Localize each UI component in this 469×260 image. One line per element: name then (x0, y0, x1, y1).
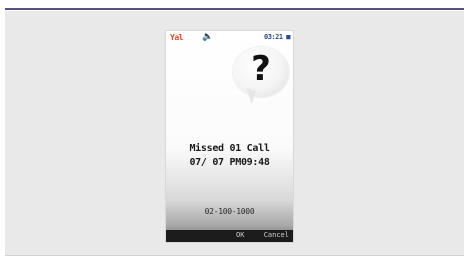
frame-top-rule (5, 8, 464, 10)
phone-screen: Yal 🔈 03:21 ■ ? Missed 01 Call 07/ 07 PM… (165, 30, 294, 243)
caller-number: 02-100-1000 (204, 207, 255, 216)
question-mark-glyph: ? (251, 49, 271, 89)
speaker-icon: 🔈 (202, 32, 214, 42)
screenshot-panel: Yal 🔈 03:21 ■ ? Missed 01 Call 07/ 07 PM… (5, 11, 464, 256)
status-bar: Yal 🔈 03:21 ■ (166, 31, 293, 45)
ok-softkey[interactable]: OK (236, 231, 244, 239)
softkey-bar: OK Cancel (166, 230, 293, 242)
cancel-softkey[interactable]: Cancel (264, 231, 289, 239)
missed-call-title: Missed 01 Call (189, 143, 270, 154)
signal-indicator: Yal (170, 33, 183, 42)
missed-call-datetime: 07/ 07 PM09:48 (189, 157, 270, 168)
clock-battery-indicator: 03:21 ■ (263, 33, 291, 41)
